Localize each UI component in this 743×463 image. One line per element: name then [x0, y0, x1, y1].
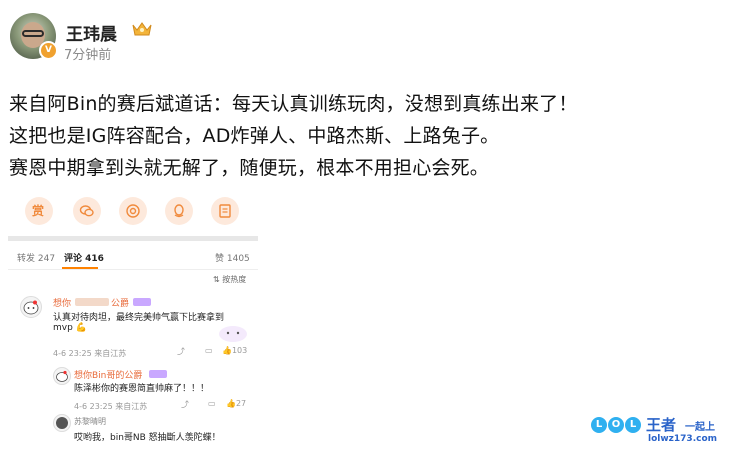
qzone-icon[interactable]: [211, 197, 239, 225]
qq-glyph: [174, 204, 184, 218]
hello-kitty-icon: [56, 370, 68, 382]
comment-3-text: 哎哟我，bin哥NB 怒抽斷人羡陀蝶！: [74, 433, 221, 443]
reward-icon-label: 赏: [32, 204, 45, 218]
hello-kitty-icon: [23, 300, 39, 315]
comment-1-text-line-2: mvp 💪: [53, 323, 87, 333]
comment-2-text: 陈泽彬你的赛恩简直帅麻了！！！: [74, 384, 210, 394]
blurred-name: [75, 298, 109, 306]
post-time: 7分钟前: [64, 48, 112, 63]
crown-icon: [132, 22, 152, 36]
member-badge: [149, 370, 167, 378]
qq-icon[interactable]: [165, 197, 193, 225]
comment-1-user[interactable]: 想你 公爵: [53, 296, 129, 309]
moments-icon[interactable]: [119, 197, 147, 225]
reply-comment-icon[interactable]: ▭: [208, 399, 216, 408]
watermark-yiqi: 一起上: [685, 422, 715, 433]
comment-2-meta: 4-6 23:25 来自江苏: [74, 402, 148, 411]
commenter-avatar[interactable]: [53, 414, 71, 432]
comment-1-user-tail: 公爵: [111, 299, 130, 309]
post-text-line-2: 这把也是IG阵容配合，AD炸弹人、中路杰斯、上路兔子。: [9, 125, 500, 147]
comment-1-likes: 103: [231, 346, 248, 355]
author-name[interactable]: 王玮晨: [66, 20, 117, 45]
share-comment-icon[interactable]: ⤴: [181, 399, 189, 410]
sort-label: 按热度: [222, 275, 247, 284]
avatar-dark-icon: [56, 417, 68, 429]
qzone-glyph: [219, 204, 231, 218]
reply-avatar[interactable]: [53, 367, 71, 385]
watermark-wangzhe: 王者: [646, 416, 677, 434]
watermark-lol-o: O: [608, 417, 624, 433]
comment-2-likes: 27: [235, 399, 247, 408]
repost-count[interactable]: 转发 247: [17, 251, 55, 264]
comment-1-user-head: 想你: [53, 299, 72, 309]
watermark-lol-l2: L: [625, 417, 641, 433]
reward-icon[interactable]: 赏: [25, 197, 53, 225]
comment-2-user[interactable]: 想你Bin哥的公爵: [74, 368, 142, 381]
avatar-glasses: [22, 30, 44, 37]
like-count[interactable]: 赞 1405: [215, 251, 250, 264]
member-badge: [133, 298, 151, 306]
like-comment-icon[interactable]: 👍27: [226, 399, 246, 408]
embedded-divider: [8, 269, 258, 270]
moments-glyph: [126, 204, 140, 218]
comment-count[interactable]: 评论 416: [64, 251, 104, 264]
wechat-icon[interactable]: [73, 197, 101, 225]
wechat-glyph: [79, 205, 94, 217]
like-comment-icon[interactable]: 👍103: [222, 346, 247, 355]
embedded-top-divider: [8, 236, 258, 241]
verified-badge-icon: V: [39, 41, 58, 60]
muscle-emoji-icon: 💪: [75, 323, 87, 333]
watermark-site: lolwz173.com: [648, 434, 718, 444]
post-text-line-3: 赛恩中期拿到头就无解了，随便玩，根本不用担心会死。: [9, 157, 490, 179]
reply-comment-icon[interactable]: ▭: [205, 346, 213, 355]
comment-1-text-line-1: 认真对待肉坦，最终完美帅气赢下比赛拿到: [53, 313, 225, 323]
watermark-lol-l: L: [591, 417, 607, 433]
comment-1-meta: 4-6 23:25 来自江苏: [53, 349, 127, 358]
share-comment-icon[interactable]: ⤴: [177, 346, 185, 357]
sticker-icon: [219, 326, 247, 342]
comment-3-user[interactable]: 苏黎晴明: [74, 416, 106, 427]
commenter-avatar[interactable]: [20, 296, 42, 318]
comment-1-mvp: mvp: [53, 323, 73, 333]
sort-toggle[interactable]: ⇅ 按热度: [213, 274, 246, 285]
post-text-line-1: 来自阿Bin的赛后斌道话：每天认真训练玩肉，没想到真练出来了！: [9, 93, 578, 115]
